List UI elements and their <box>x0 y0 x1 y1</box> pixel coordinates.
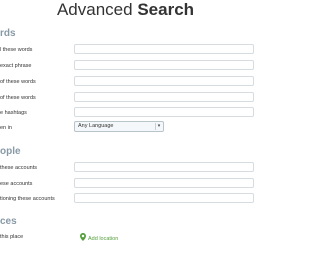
page-title: Advanced Search <box>0 0 251 20</box>
label-written-in: en in <box>0 125 12 131</box>
exact-phrase-field[interactable] <box>74 60 254 70</box>
label-mentioning-accounts: tioning these accounts <box>0 196 55 202</box>
mentioning-accounts-field[interactable] <box>74 193 254 203</box>
add-location-label: Add location <box>88 236 119 242</box>
title-prefix: Advanced <box>56 0 133 19</box>
hashtags-field[interactable] <box>74 107 254 117</box>
title-bold: Search <box>137 0 195 19</box>
to-accounts-field[interactable] <box>74 178 254 188</box>
language-select[interactable]: Any Language ▾ <box>74 121 164 132</box>
section-heading-words: rds <box>0 28 16 39</box>
chevron-down-icon: ▾ <box>155 123 162 130</box>
section-heading-places: ces <box>0 216 17 227</box>
label-hashtags: e hashtags <box>0 110 27 116</box>
label-to-accounts: ese accounts <box>0 181 33 187</box>
from-accounts-field[interactable] <box>74 162 254 172</box>
label-from-accounts: these accounts <box>0 165 37 171</box>
none-words-field[interactable] <box>74 92 254 102</box>
label-near-place: this place <box>0 234 24 240</box>
label-any-words: of these words <box>0 79 36 85</box>
any-words-field[interactable] <box>74 76 254 86</box>
label-exact-phrase: exact phrase <box>0 63 32 69</box>
location-pin-icon <box>80 233 86 241</box>
language-select-value: Any Language <box>78 123 114 129</box>
all-words-field[interactable] <box>74 44 254 54</box>
add-location-link[interactable]: Add location <box>80 233 118 243</box>
label-none-words: of these words <box>0 95 36 101</box>
label-all-words: l these words <box>0 47 33 53</box>
section-heading-people: ople <box>0 146 21 157</box>
